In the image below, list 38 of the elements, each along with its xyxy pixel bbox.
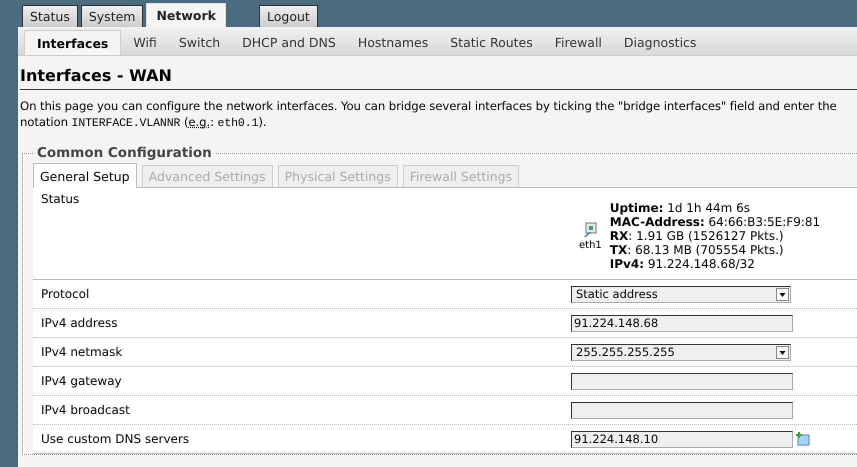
settings-tab[interactable]: General Setup [33, 163, 137, 188]
status-line: Uptime: 1d 1h 44m 6s [610, 201, 752, 215]
field-label: IPv4 address [41, 316, 118, 330]
input-field[interactable]: 91.224.148.68 [571, 314, 793, 332]
status-line: MAC-Address: 64:66:B3:5E:F9:81 [610, 215, 820, 229]
field-label: Use custom DNS servers [41, 432, 190, 446]
sub-nav-tab[interactable]: Hostnames [348, 30, 438, 55]
sub-nav-tab[interactable]: Interfaces [24, 30, 122, 55]
dropdown[interactable]: 255.255.255.255 [571, 344, 791, 360]
nav-tab[interactable]: Status [22, 5, 78, 27]
network-adapter-icon [583, 222, 598, 238]
sub-nav-tab[interactable]: Static Routes [440, 30, 543, 55]
sub-nav-tab[interactable]: Switch [168, 30, 230, 55]
logout-button[interactable]: Logout [259, 5, 318, 27]
status-line: IPv4: 91.224.148.68/32 [610, 257, 756, 271]
sub-nav-tab[interactable]: DHCP and DNS [232, 30, 346, 55]
field-label: IPv4 broadcast [41, 403, 131, 417]
dropdown[interactable]: Static address [571, 286, 791, 302]
add-entry-icon[interactable] [796, 432, 810, 446]
field-label: IPv4 netmask [41, 345, 124, 359]
sub-nav-tab[interactable]: Diagnostics [614, 30, 706, 55]
field-label: Protocol [41, 287, 90, 301]
sub-nav-tab[interactable]: Firewall [544, 30, 612, 55]
input-field[interactable] [571, 402, 793, 418]
status-line: RX: 1.91 GB (1526127 Pkts.) [610, 229, 785, 243]
description-text: On this page you can configure the network interfaces. You can bridge several interfaces by ticking the "bridge interfaces" field and enter the [20, 98, 837, 114]
description-text: notation INTERFACE.VLANNR (e.g.: eth0.1). [20, 114, 266, 132]
input-field[interactable]: 91.224.148.10 [571, 430, 793, 448]
status-line: TX: 68.13 MB (705554 Pkts.) [610, 243, 785, 257]
sub-nav-tab[interactable]: Wifi [123, 30, 167, 55]
interface-name: eth1 [579, 240, 602, 250]
field-label: IPv4 gateway [41, 374, 123, 388]
nav-tab[interactable]: System [80, 5, 144, 27]
input-field[interactable] [571, 372, 793, 390]
field-label: Status [41, 192, 80, 206]
nav-tab[interactable]: Network [146, 3, 226, 27]
page-title: Interfaces - WAN [20, 66, 857, 90]
section-legend: Common Configuration [33, 145, 216, 161]
